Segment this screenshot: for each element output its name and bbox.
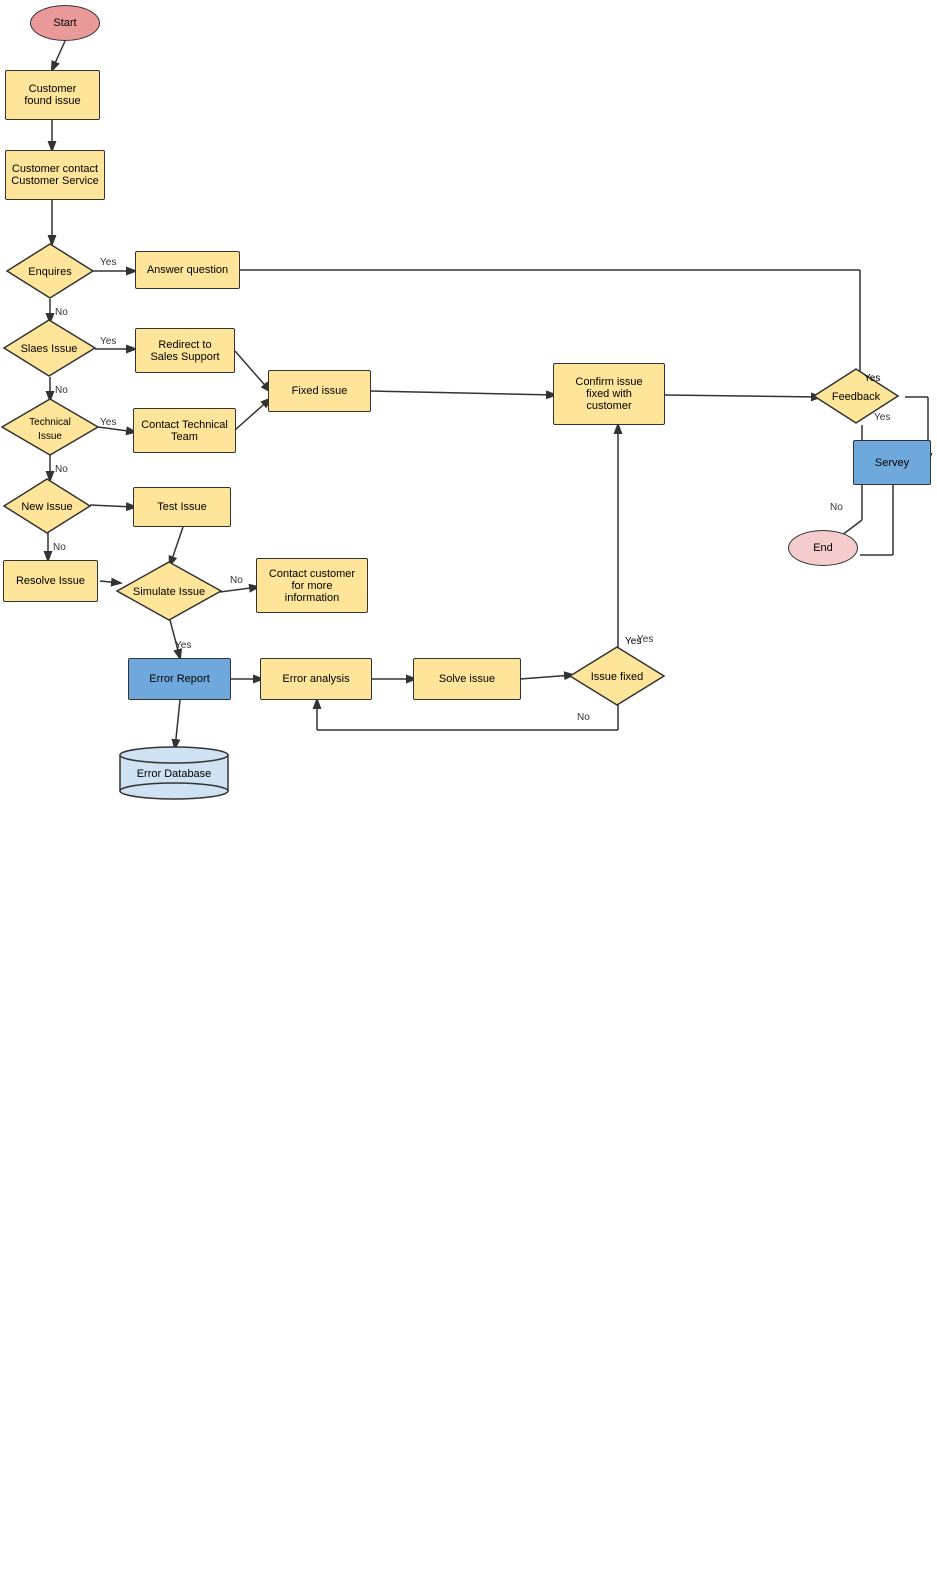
customer-found-label: Customerfound issue (24, 83, 80, 107)
servey-label: Servey (875, 457, 909, 469)
error-report-node: Error Report (128, 658, 231, 700)
resolve-issue-label: Resolve Issue (16, 575, 85, 587)
svg-text:Enquires: Enquires (28, 266, 72, 278)
svg-text:Feedback: Feedback (832, 391, 881, 403)
customer-found-node: Customerfound issue (5, 70, 100, 120)
technical-issue-node: Technical Issue (0, 397, 100, 457)
start-node: Start (30, 5, 100, 41)
svg-text:Error Database: Error Database (137, 768, 212, 780)
contact-technical-node: Contact TechnicalTeam (133, 408, 236, 453)
redirect-sales-label: Redirect toSales Support (150, 339, 219, 363)
fixed-issue-label: Fixed issue (292, 385, 348, 397)
error-analysis-label: Error analysis (282, 673, 349, 685)
confirm-issue-label: Confirm issuefixed withcustomer (575, 376, 642, 412)
svg-text:Technical: Technical (29, 417, 71, 428)
contact-more-info-node: Contact customerfor moreinformation (256, 558, 368, 613)
customer-contact-label: Customer contactCustomer Service (11, 163, 98, 187)
svg-text:Simulate Issue: Simulate Issue (133, 586, 205, 598)
feedback-node: Feedback (812, 367, 900, 425)
redirect-sales-node: Redirect toSales Support (135, 328, 235, 373)
svg-text:New Issue: New Issue (21, 501, 72, 513)
confirm-issue-node: Confirm issuefixed withcustomer (553, 363, 665, 425)
enquires-node: Enquires (5, 242, 95, 300)
yes-label-issue-fixed: Yes (625, 636, 641, 647)
contact-technical-label: Contact TechnicalTeam (141, 419, 228, 443)
error-analysis-node: Error analysis (260, 658, 372, 700)
answer-question-node: Answer question (135, 251, 240, 289)
contact-more-info-label: Contact customerfor moreinformation (269, 568, 355, 604)
svg-text:Issue fixed: Issue fixed (591, 671, 644, 683)
resolve-issue-node: Resolve Issue (3, 560, 98, 602)
customer-contact-node: Customer contactCustomer Service (5, 150, 105, 200)
solve-issue-label: Solve issue (439, 673, 495, 685)
simulate-issue-node: Simulate Issue (115, 560, 223, 622)
error-report-label: Error Report (149, 673, 210, 685)
slaes-issue-node: Slaes Issue (2, 318, 97, 378)
error-database-node: Error Database (118, 745, 230, 797)
solve-issue-node: Solve issue (413, 658, 521, 700)
new-issue-node: New Issue (2, 477, 92, 535)
svg-text:Issue: Issue (38, 431, 62, 442)
yes-label-feedback: Yes (864, 373, 880, 384)
start-label: Start (53, 17, 76, 29)
test-issue-node: Test Issue (133, 487, 231, 527)
svg-text:Slaes Issue: Slaes Issue (21, 343, 78, 355)
answer-question-label: Answer question (147, 264, 228, 276)
issue-fixed-node: Issue fixed (568, 645, 666, 707)
test-issue-label: Test Issue (157, 501, 207, 513)
